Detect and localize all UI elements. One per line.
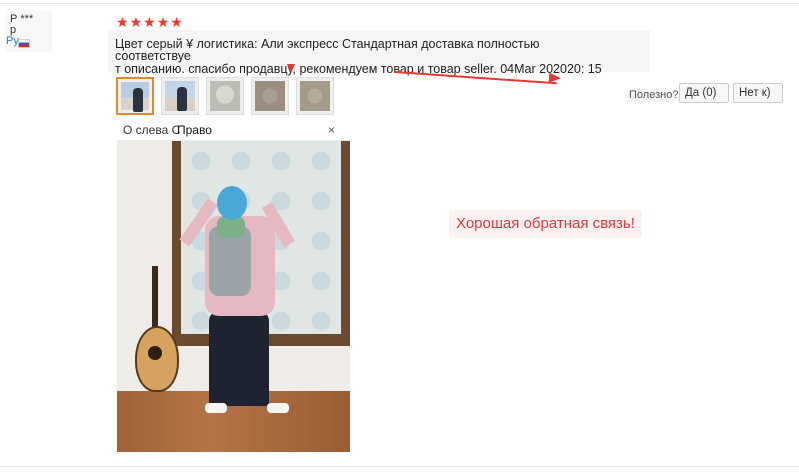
thumbnail-3[interactable] bbox=[206, 77, 244, 115]
annotation-arrow-head-icon bbox=[548, 72, 562, 84]
helpful-no-button[interactable]: Нет к) bbox=[733, 83, 783, 103]
star-icon: ★ bbox=[143, 14, 156, 30]
thumbnail-image bbox=[165, 81, 195, 111]
positive-feedback-badge: Хорошая обратная связь! bbox=[449, 210, 642, 238]
next-image-link[interactable]: Право bbox=[177, 121, 212, 140]
next-image-label: Право bbox=[177, 123, 212, 137]
review-line-3: т описанию. спасибо продавцу, рекомендуе… bbox=[115, 62, 602, 76]
thumbnail-image bbox=[255, 81, 285, 111]
thumbnail-5[interactable] bbox=[296, 77, 334, 115]
helpful-label: Полезно? bbox=[627, 89, 679, 102]
star-icon: ★ bbox=[156, 14, 170, 30]
top-divider bbox=[0, 3, 799, 4]
bottom-divider bbox=[0, 466, 799, 467]
review-photo bbox=[117, 141, 350, 452]
previous-image-link[interactable]: О слева С bbox=[123, 121, 180, 140]
thumbnail-4[interactable] bbox=[251, 77, 289, 115]
image-viewer-bar: О слева С Право × bbox=[117, 121, 349, 141]
annotation-arrow-small-icon bbox=[287, 64, 295, 73]
star-icon: ★ bbox=[170, 14, 183, 30]
reviewer-name: Р *** р bbox=[10, 13, 34, 36]
helpful-yes-button[interactable]: Да (0) bbox=[679, 83, 729, 103]
thumbnail-image bbox=[210, 81, 240, 111]
star-icon: ★ bbox=[116, 14, 129, 30]
thumbnail-image bbox=[121, 82, 149, 112]
star-icon: ★ bbox=[129, 14, 143, 30]
thumbnail-1[interactable] bbox=[116, 77, 154, 115]
reviewer-info: Р *** р Ру bbox=[6, 10, 52, 52]
thumbnail-image bbox=[300, 81, 330, 111]
review-text: Цвет серый ¥ логистика: Али экспресс Ста… bbox=[108, 30, 650, 76]
country-flag-icon bbox=[18, 39, 30, 48]
thumbnail-strip bbox=[116, 77, 334, 115]
reviewer-country: Ру bbox=[6, 35, 19, 47]
thumbnail-2[interactable] bbox=[161, 77, 199, 115]
close-icon[interactable]: × bbox=[328, 121, 335, 140]
rating-stars: ★ ★ ★ ★ ★ bbox=[116, 14, 183, 30]
